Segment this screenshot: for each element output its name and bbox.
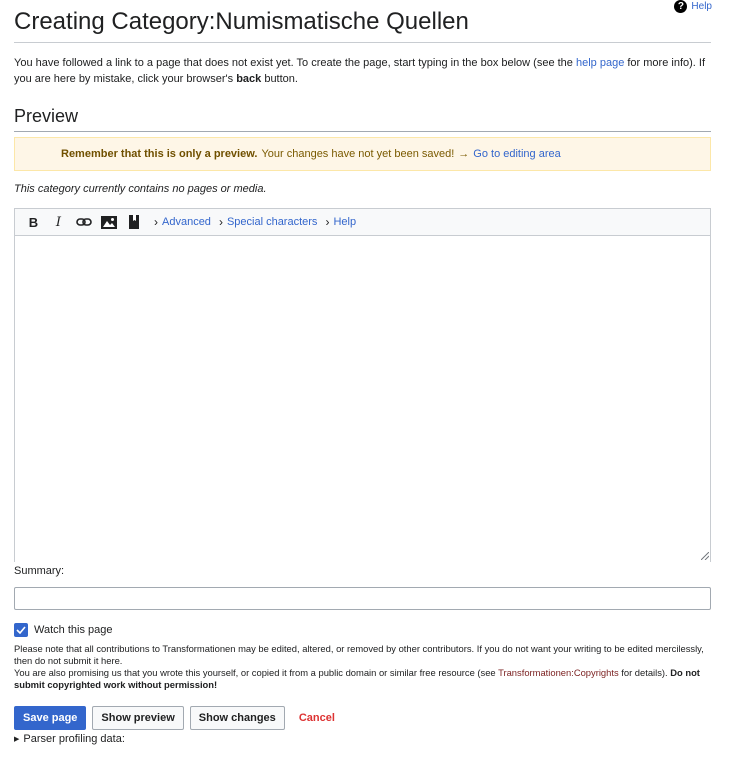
empty-category-note: This category currently contains no page… bbox=[14, 183, 267, 195]
page-title: Creating Category:Numismatische Quellen bbox=[14, 8, 711, 43]
bold-icon: B bbox=[28, 214, 39, 230]
watch-label: Watch this page bbox=[34, 624, 113, 636]
warning-bold: Remember that this is only a preview. bbox=[61, 148, 258, 160]
reference-icon bbox=[128, 215, 139, 229]
save-page-button[interactable]: Save page bbox=[14, 706, 87, 730]
parser-profiling-toggle[interactable]: ▶ Parser profiling data: bbox=[14, 733, 125, 745]
show-preview-button[interactable]: Show preview bbox=[92, 706, 184, 730]
preview-heading: Preview bbox=[14, 106, 711, 132]
watch-checkbox-row[interactable]: Watch this page bbox=[14, 623, 112, 637]
section-label: Help bbox=[333, 216, 357, 228]
chevron-right-icon: › bbox=[325, 215, 330, 229]
reference-button[interactable] bbox=[121, 211, 146, 233]
intro-bold: back bbox=[236, 73, 262, 85]
triangle-right-icon: ▶ bbox=[14, 736, 20, 743]
check-icon bbox=[16, 626, 26, 634]
toolbar-section-help[interactable]: › Help bbox=[325, 215, 356, 229]
copyrights-link[interactable]: Transformationen:Copyrights bbox=[498, 667, 619, 678]
editor-toolbar: B I › Advanced › Special characters › Help bbox=[15, 209, 710, 236]
preview-warning: Remember that this is only a preview. Yo… bbox=[14, 137, 711, 171]
copyright-notice: Please note that all contributions to Tr… bbox=[14, 643, 714, 691]
parser-label: Parser profiling data: bbox=[23, 733, 125, 745]
bold-button[interactable]: B bbox=[21, 211, 46, 233]
edit-buttons: Save page Show preview Show changes Canc… bbox=[14, 706, 343, 730]
help-page-link[interactable]: help page bbox=[576, 57, 624, 69]
section-label: Special characters bbox=[226, 216, 318, 228]
chevron-right-icon: › bbox=[154, 215, 158, 229]
summary-input[interactable] bbox=[14, 587, 711, 610]
toolbar-section-advanced[interactable]: › Advanced bbox=[154, 215, 211, 229]
notice-text: You are also promising us that you wrote… bbox=[14, 667, 499, 678]
arrow-icon: → bbox=[458, 148, 470, 160]
italic-icon: I bbox=[55, 214, 62, 230]
image-button[interactable] bbox=[96, 211, 121, 233]
toolbar-section-special-characters[interactable]: › Special characters bbox=[219, 215, 318, 229]
go-to-editing-link[interactable]: Go to editing area bbox=[473, 148, 560, 160]
resize-grip-icon[interactable] bbox=[701, 552, 709, 560]
link-button[interactable] bbox=[71, 211, 96, 233]
watch-checkbox[interactable] bbox=[14, 623, 28, 637]
wikitext-editor[interactable] bbox=[15, 236, 710, 562]
summary-label: Summary: bbox=[14, 565, 65, 577]
intro-part: button. bbox=[261, 73, 298, 85]
chevron-right-icon: › bbox=[218, 215, 223, 229]
italic-button[interactable]: I bbox=[46, 211, 71, 233]
section-label: Advanced bbox=[162, 216, 211, 228]
link-icon bbox=[75, 218, 92, 226]
editor: B I › Advanced › Special characters › Help bbox=[14, 208, 711, 562]
notice-line2: You are also promising us that you wrote… bbox=[14, 667, 714, 691]
cancel-button[interactable]: Cancel bbox=[291, 706, 343, 730]
show-changes-button[interactable]: Show changes bbox=[189, 706, 285, 730]
notice-line1: Please note that all contributions to Tr… bbox=[14, 643, 704, 666]
image-icon bbox=[100, 215, 117, 229]
notice-text: for details). bbox=[618, 667, 671, 678]
warning-text: Your changes have not yet been saved! bbox=[261, 148, 455, 160]
intro-part: You have followed a link to a page that … bbox=[14, 57, 576, 69]
intro-text: You have followed a link to a page that … bbox=[14, 55, 714, 87]
